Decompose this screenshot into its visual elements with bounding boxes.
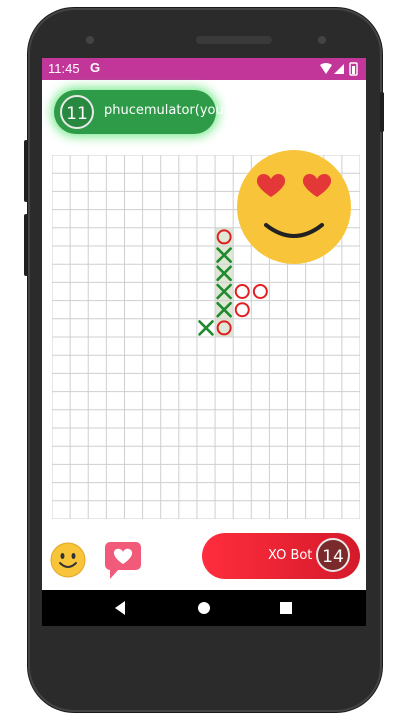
o-mark <box>234 302 250 318</box>
o-mark <box>234 284 250 299</box>
x-mark <box>198 320 214 336</box>
bot-score-panel: XO Bot 14 <box>202 533 360 579</box>
google-g-icon: G <box>90 60 101 75</box>
heart-chat-icon[interactable] <box>104 541 142 581</box>
o-mark <box>252 284 268 299</box>
status-icons <box>320 62 358 76</box>
recents-icon[interactable] <box>266 590 306 626</box>
front-camera <box>86 36 94 44</box>
proximity-sensor <box>318 36 326 44</box>
bot-name: XO Bot <box>268 548 313 563</box>
status-time: 11:45 <box>48 61 80 76</box>
heart-eyes-emoji-icon <box>237 150 351 264</box>
signal-icon <box>334 64 344 74</box>
power-button <box>24 214 28 276</box>
screen: 11:45 G 11 phucemulator(you) XO Bot 14 <box>42 58 366 626</box>
speaker-grille <box>196 36 272 44</box>
side-button-top <box>380 92 384 132</box>
home-icon[interactable] <box>184 590 224 626</box>
smiley-emoji-icon[interactable] <box>50 542 86 578</box>
bot-score: 14 <box>316 538 350 572</box>
navigation-bar <box>42 590 366 626</box>
back-icon[interactable] <box>100 590 140 626</box>
player-score-panel: 11 phucemulator(you) <box>54 90 229 134</box>
player-score: 11 <box>60 95 94 129</box>
player-name: phucemulator(you) <box>104 103 229 118</box>
status-bar: 11:45 G <box>42 58 366 80</box>
volume-button <box>24 140 28 202</box>
wifi-icon <box>320 63 332 74</box>
